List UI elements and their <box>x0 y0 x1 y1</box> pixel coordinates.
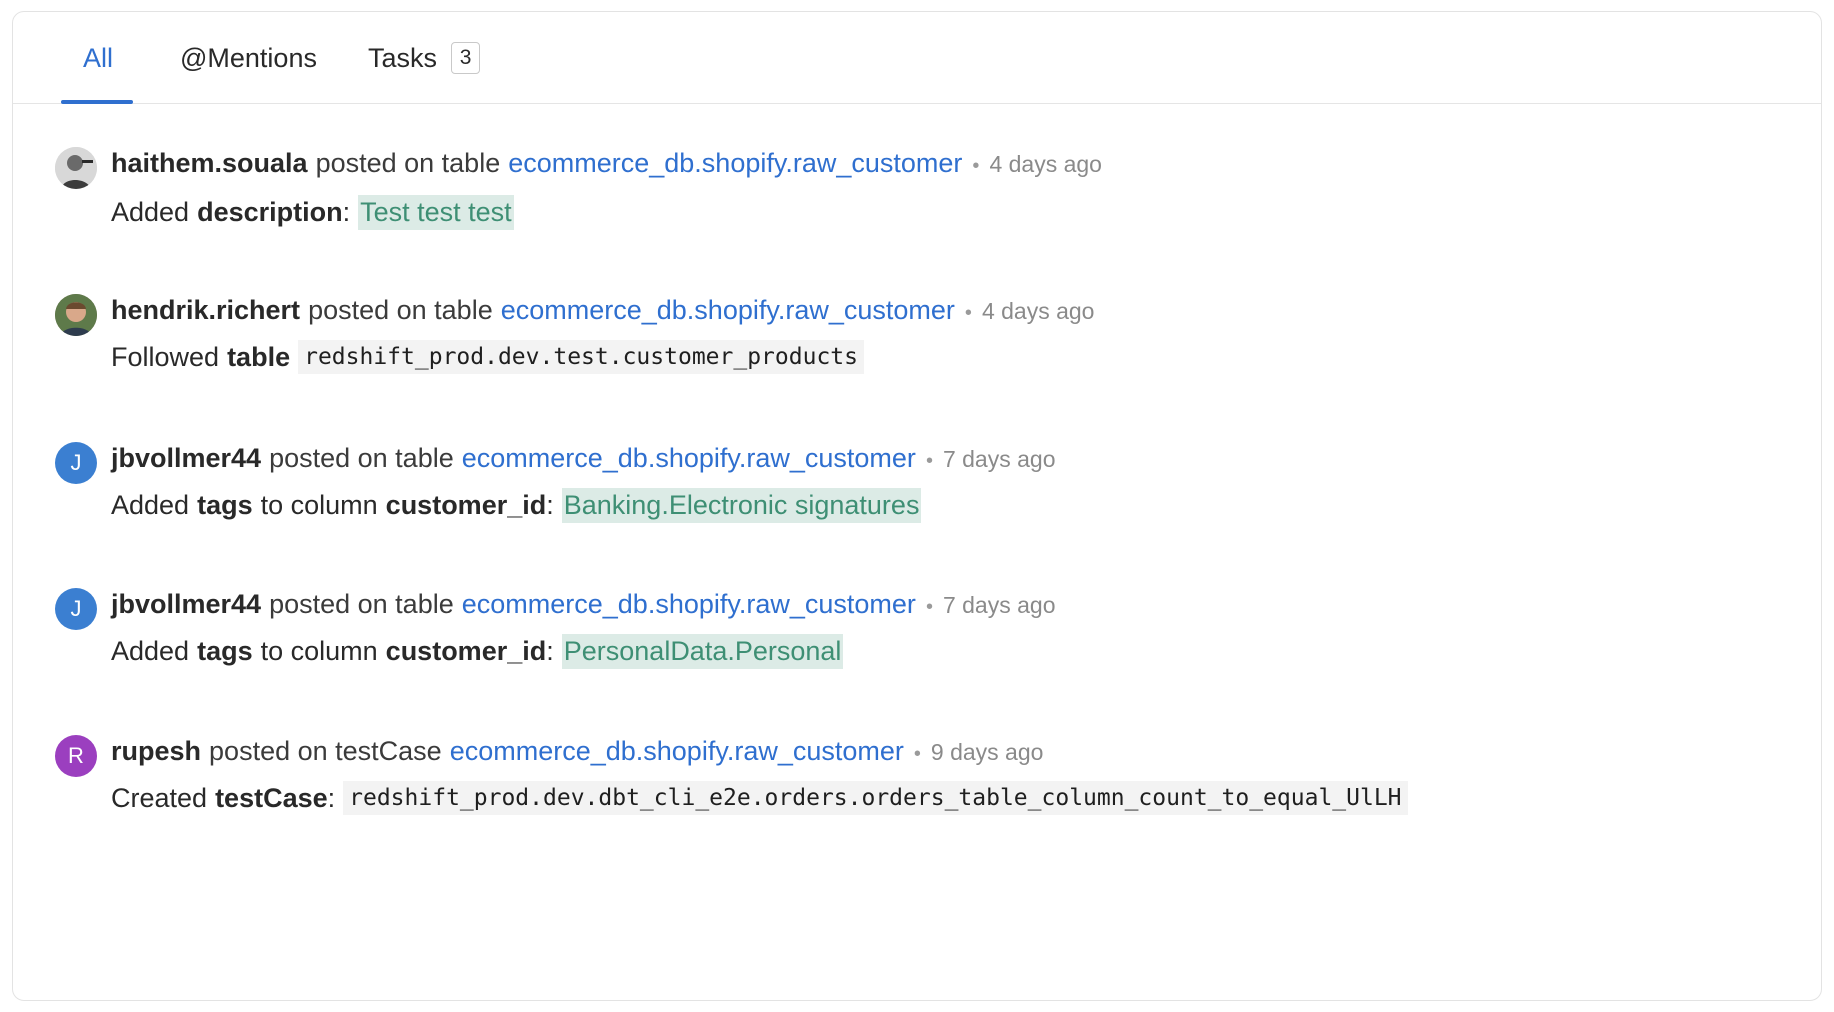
feed-item-detail: Added tags to column customer_id : Banki… <box>111 488 922 523</box>
feed-item: R rupesh posted on testCase ecommerce_db… <box>13 730 1821 880</box>
column-name: customer_id <box>385 490 547 520</box>
timestamp: 7 days ago <box>942 592 1056 618</box>
tag-value: Banking.Electronic signatures <box>561 488 922 523</box>
tag-value: PersonalData.Personal <box>561 634 844 669</box>
detail-prefix: Created <box>111 782 208 813</box>
feed-item: J jbvollmer44 posted on table ecommerce_… <box>13 437 1821 587</box>
separator-dot: • <box>925 596 933 618</box>
feed-item-header: jbvollmer44 posted on table ecommerce_db… <box>111 443 1055 474</box>
detail-field: table <box>227 341 291 372</box>
detail-field: tags <box>197 636 253 666</box>
timestamp: 9 days ago <box>930 739 1044 765</box>
column-name: customer_id <box>385 636 547 666</box>
avatar[interactable] <box>55 147 97 189</box>
action-text: posted on table <box>269 589 454 619</box>
entity-link[interactable]: ecommerce_db.shopify.raw_customer <box>462 589 916 620</box>
feed-item-detail: Added description : Test test test <box>111 195 514 230</box>
entity-link[interactable]: ecommerce_db.shopify.raw_customer <box>508 148 962 179</box>
entity-link[interactable]: ecommerce_db.shopify.raw_customer <box>462 443 916 474</box>
separator-dot: • <box>972 155 980 177</box>
feed-item-header: haithem.souala posted on table ecommerce… <box>111 148 1102 179</box>
detail-prefix: Added <box>111 197 190 227</box>
tab-mentions-label: @Mentions <box>180 42 317 73</box>
feed-item-detail: Created testCase : redshift_prod.dev.dbt… <box>111 781 1408 815</box>
tab-all-label: All <box>83 42 114 73</box>
tab-all[interactable]: All <box>83 12 113 104</box>
entity-link[interactable]: ecommerce_db.shopify.raw_customer <box>450 736 904 767</box>
feed-item-detail: Followed table redshift_prod.dev.test.cu… <box>111 340 864 374</box>
separator-dot: • <box>913 743 921 765</box>
entity-link[interactable]: ecommerce_db.shopify.raw_customer <box>501 295 955 326</box>
feed-tabs: All @Mentions Tasks 3 <box>13 12 1821 104</box>
action-text: posted on table <box>269 443 454 473</box>
tasks-count-badge: 3 <box>451 42 481 74</box>
feed-item: hendrik.richert posted on table ecommerc… <box>13 289 1821 439</box>
avatar-initial: J <box>70 450 82 475</box>
tab-mentions[interactable]: @Mentions <box>180 12 317 104</box>
action-text: posted on testCase <box>209 736 442 766</box>
detail-mid: to column <box>260 490 378 520</box>
avatar[interactable]: J <box>55 442 97 484</box>
feed-item: J jbvollmer44 posted on table ecommerce_… <box>13 583 1821 733</box>
avatar[interactable] <box>55 294 97 336</box>
action-text: posted on table <box>315 148 501 178</box>
user-name[interactable]: jbvollmer44 <box>111 443 261 474</box>
detail-prefix: Followed <box>111 341 220 372</box>
entity-fqn-code: redshift_prod.dev.test.customer_products <box>298 340 864 374</box>
separator-dot: • <box>964 302 972 324</box>
detail-colon: : <box>327 782 336 813</box>
feed-item-header: jbvollmer44 posted on table ecommerce_db… <box>111 589 1055 620</box>
user-photo-icon <box>55 294 97 336</box>
detail-field: tags <box>197 490 253 520</box>
tab-tasks[interactable]: Tasks 3 <box>368 12 481 104</box>
user-name[interactable]: rupesh <box>111 736 201 767</box>
avatar[interactable]: J <box>55 588 97 630</box>
tab-tasks-label: Tasks <box>368 42 438 73</box>
separator-dot: • <box>925 450 933 472</box>
active-tab-indicator <box>61 100 133 104</box>
detail-field: description <box>197 197 343 227</box>
timestamp: 4 days ago <box>989 151 1102 177</box>
activity-feed-card: All @Mentions Tasks 3 haithem.souala pos… <box>12 11 1822 1001</box>
detail-colon: : <box>546 636 554 666</box>
user-name[interactable]: jbvollmer44 <box>111 589 261 620</box>
detail-colon: : <box>342 197 351 227</box>
detail-field: testCase <box>215 782 328 813</box>
avatar-initial: J <box>70 596 82 621</box>
feed-item-header: rupesh posted on testCase ecommerce_db.s… <box>111 736 1043 767</box>
detail-prefix: Added <box>111 490 190 520</box>
detail-colon: : <box>546 490 554 520</box>
avatar[interactable]: R <box>55 735 97 777</box>
feed-item: haithem.souala posted on table ecommerce… <box>13 142 1821 292</box>
detail-mid: to column <box>260 636 378 666</box>
user-name[interactable]: hendrik.richert <box>111 295 300 326</box>
testcase-fqn-code: redshift_prod.dev.dbt_cli_e2e.orders.ord… <box>343 781 1408 815</box>
detail-prefix: Added <box>111 636 190 666</box>
timestamp: 4 days ago <box>981 298 1095 324</box>
action-text: posted on table <box>308 295 493 325</box>
timestamp: 7 days ago <box>942 446 1056 472</box>
feed-item-header: hendrik.richert posted on table ecommerc… <box>111 295 1094 326</box>
description-value: Test test test <box>358 195 514 230</box>
user-photo-icon <box>55 147 97 189</box>
user-name[interactable]: haithem.souala <box>111 148 308 179</box>
feed-item-detail: Added tags to column customer_id : Perso… <box>111 634 844 669</box>
avatar-initial: R <box>68 743 84 768</box>
